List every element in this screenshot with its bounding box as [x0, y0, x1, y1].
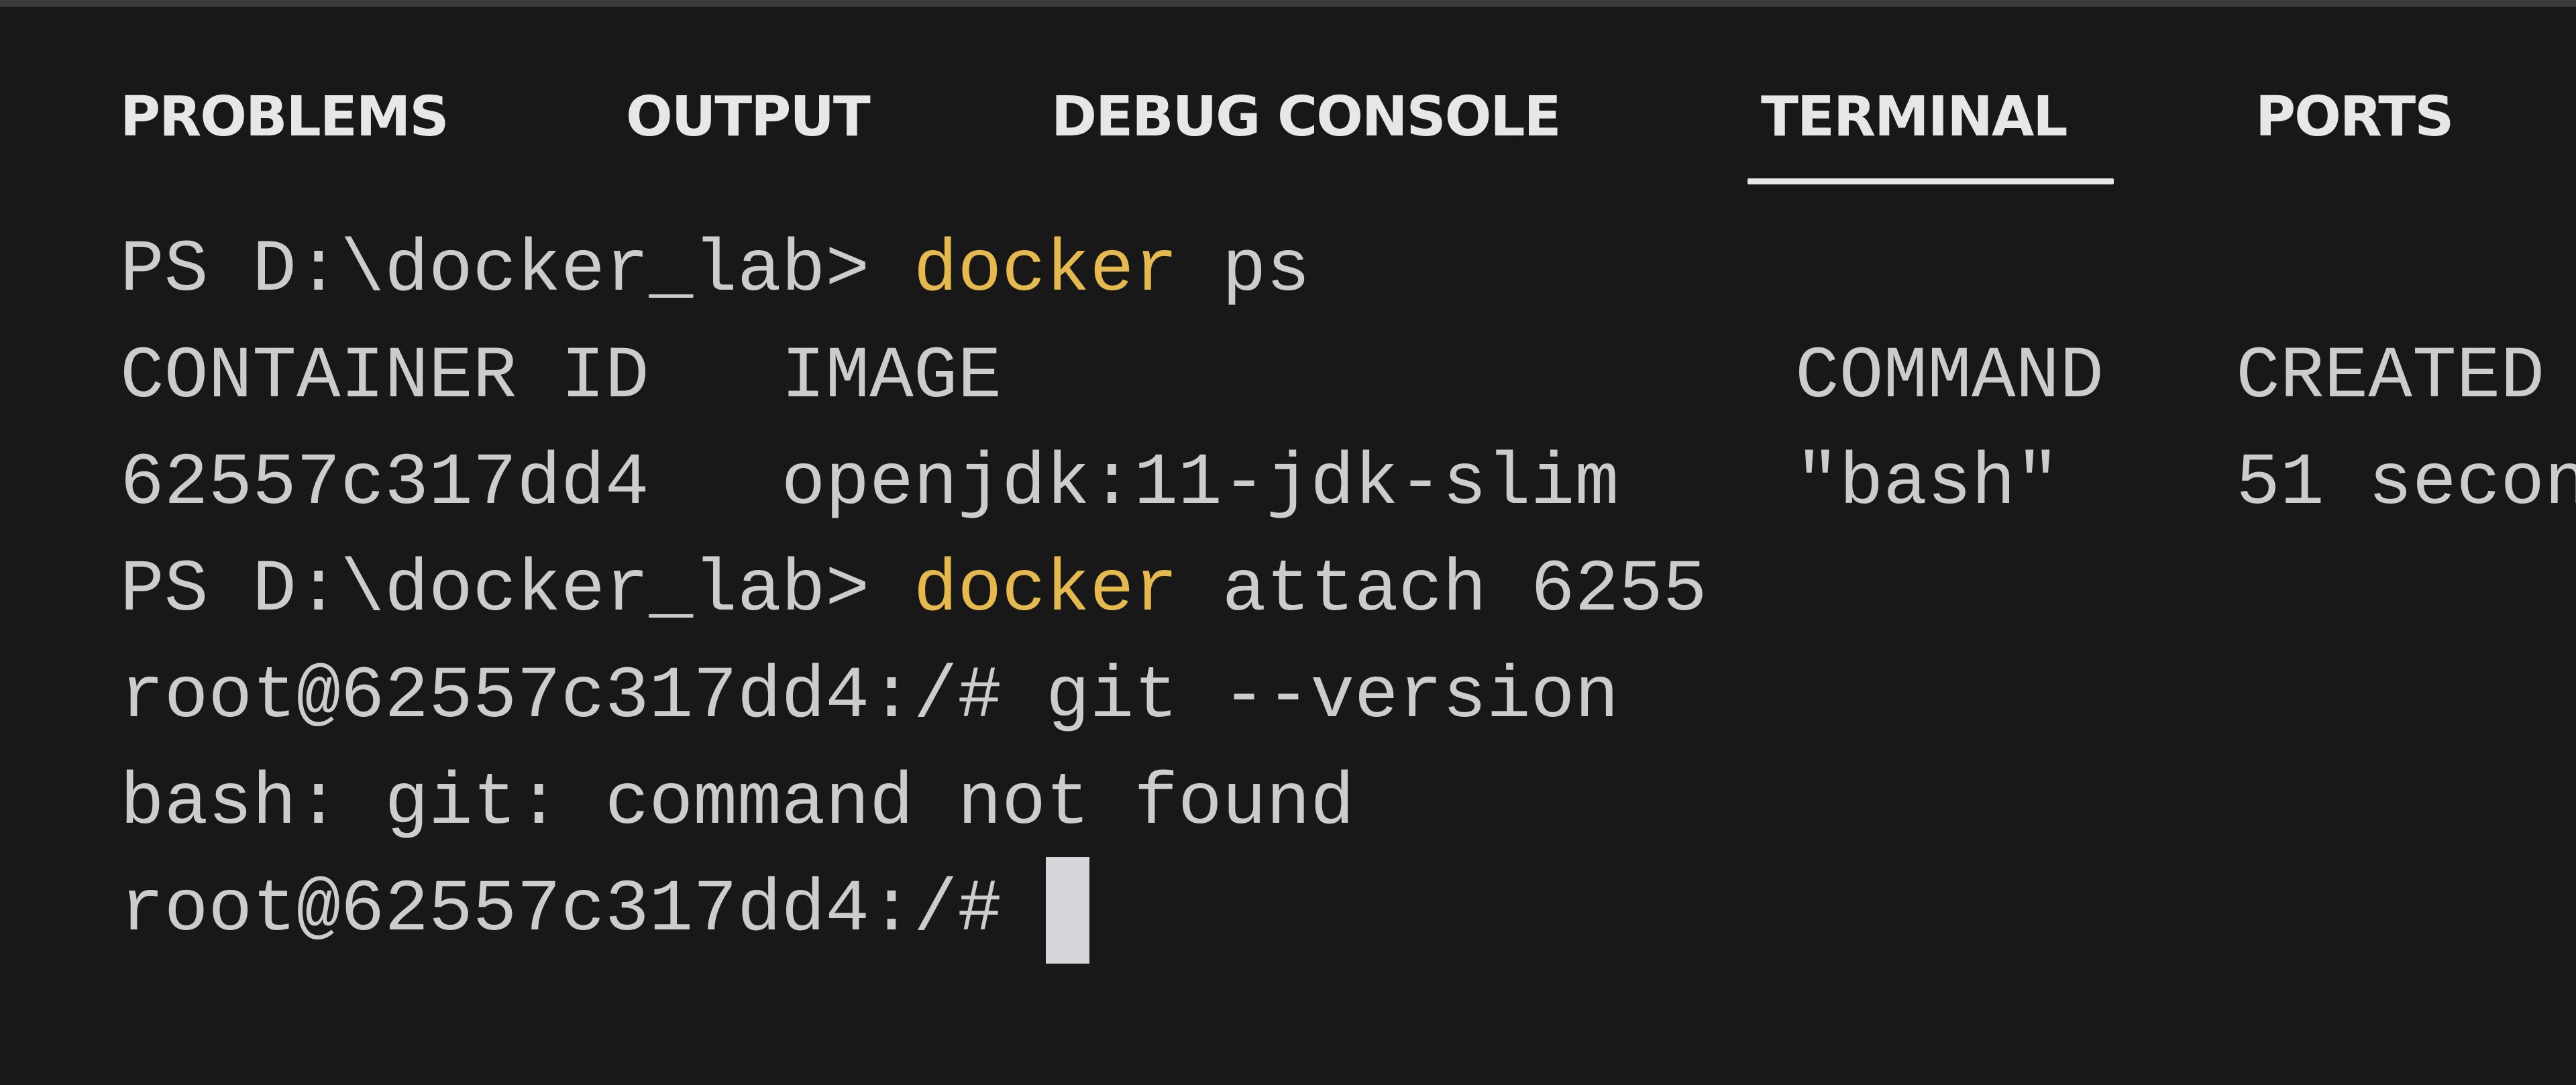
bash-prompt-line[interactable]: root@62557c317dd4:/# — [120, 857, 2576, 964]
terminal-line-prompt: PS D:\docker_lab> docker attach 6255 — [120, 537, 2576, 644]
terminal-line-prompt: PS D:\docker_lab> docker ps — [120, 217, 2576, 324]
error-output-line: bash: git: command not found — [120, 762, 1354, 845]
command-name: docker — [913, 229, 1179, 312]
docker-ps-header: CONTAINER ID IMAGE COMMAND CREATED — [120, 335, 2545, 418]
block-cursor — [1045, 857, 1089, 964]
tab-output[interactable]: OUTPUT — [626, 84, 871, 151]
bash-prompt: root@62557c317dd4:/# — [120, 868, 1046, 952]
ps-prompt: PS D:\docker_lab> — [120, 229, 914, 312]
docker-ps-row: 62557c317dd4 openjdk:11-jdk-slim "bash" … — [120, 442, 2576, 525]
tab-problems[interactable]: PROBLEMS — [120, 84, 449, 151]
panel-tab-bar: PROBLEMS OUTPUT DEBUG CONSOLE TERMINAL P… — [0, 0, 2576, 194]
command-args: ps — [1178, 229, 1311, 312]
tab-terminal[interactable]: TERMINAL — [1761, 84, 2068, 151]
tab-ports[interactable]: PORTS — [2255, 84, 2454, 151]
ps-prompt: PS D:\docker_lab> — [120, 549, 914, 632]
bash-command-line: root@62557c317dd4:/# git --version — [120, 655, 1619, 738]
command-name: docker — [913, 549, 1179, 632]
terminal-output[interactable]: PS D:\docker_lab> docker ps CONTAINER ID… — [120, 217, 2576, 1085]
command-args: attach 6255 — [1178, 549, 1707, 632]
terminal-panel: PROBLEMS OUTPUT DEBUG CONSOLE TERMINAL P… — [0, 0, 2576, 1085]
tab-debug-console[interactable]: DEBUG CONSOLE — [1051, 84, 1562, 151]
active-tab-indicator — [1748, 178, 2114, 184]
